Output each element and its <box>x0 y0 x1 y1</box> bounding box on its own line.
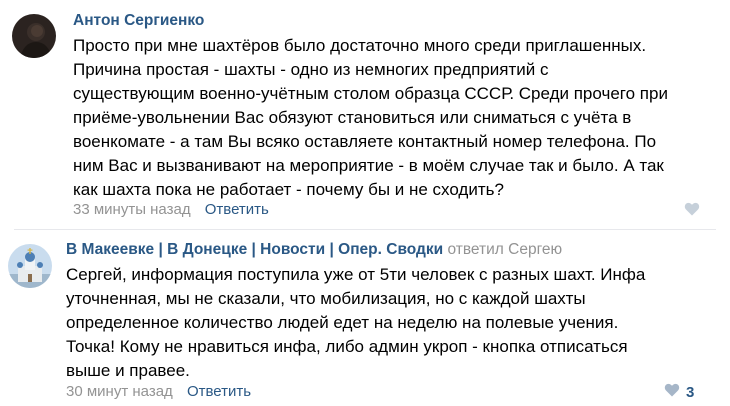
comment-author: В Макеевке | В Донецке | Новости | Опер.… <box>66 241 562 259</box>
reply-to-label[interactable]: ответил Сергею <box>447 241 562 258</box>
comment-time[interactable]: 33 минуты назад <box>73 201 191 218</box>
comment-divider <box>14 229 716 230</box>
author-separator: | <box>251 241 256 258</box>
avatar-church-image <box>8 244 52 288</box>
reply-button[interactable]: Ответить <box>205 201 269 218</box>
comment-line: определенное количество людей едет на не… <box>66 313 619 332</box>
author-link-makeevka[interactable]: В Макеевке <box>66 241 154 258</box>
comment-author[interactable]: Антон Сергиенко <box>73 12 204 30</box>
author-link-news[interactable]: Новости <box>260 241 325 258</box>
like-button[interactable] <box>684 202 706 220</box>
author-separator: | <box>158 241 163 258</box>
comment-line: как шахта пока не работает - почему бы и… <box>73 180 504 199</box>
avatar[interactable] <box>8 244 52 288</box>
comment-line: Просто при мне шахтёров было достаточно … <box>73 36 647 55</box>
comment-line: уточненная, мы не сказали, что мобилизац… <box>66 289 586 308</box>
comment-meta: 30 минут назад Ответить <box>66 383 251 400</box>
like-button[interactable]: 3 <box>664 383 694 401</box>
comment-line: приёме-увольнении Вас обязуют становитьс… <box>73 108 632 127</box>
comment-line: Причина простая - шахты - одно из немног… <box>73 60 549 79</box>
author-separator: | <box>329 241 334 258</box>
comment-meta: 33 минуты назад Ответить <box>73 201 269 218</box>
avatar-photo <box>12 14 56 58</box>
reply-button[interactable]: Ответить <box>187 383 251 400</box>
heart-icon <box>684 202 700 220</box>
comment-line: Сергей, информация поступила уже от 5ти … <box>66 265 646 284</box>
comment-line: Точка! Кому не нравиться инфа, либо адми… <box>66 337 628 356</box>
author-link-reports[interactable]: Опер. Сводки <box>338 241 443 258</box>
like-count: 3 <box>686 383 695 401</box>
comment-line: выше и правее. <box>66 361 190 380</box>
comment-line: существующим военно-учётным столом образ… <box>73 84 668 103</box>
comment-line: военкомате - а там Вы всяко оставляете к… <box>73 132 657 151</box>
comment-text: Сергей, информация поступила уже от 5ти … <box>66 263 645 383</box>
comment-line: ним Вас и вызванивают на мероприятие - в… <box>73 156 664 175</box>
heart-icon <box>664 383 680 401</box>
comment-time[interactable]: 30 минут назад <box>66 383 173 400</box>
comment-text: Просто при мне шахтёров было достаточно … <box>73 34 668 202</box>
author-link-donetsk[interactable]: В Донецке <box>167 241 247 258</box>
avatar[interactable] <box>12 14 56 58</box>
